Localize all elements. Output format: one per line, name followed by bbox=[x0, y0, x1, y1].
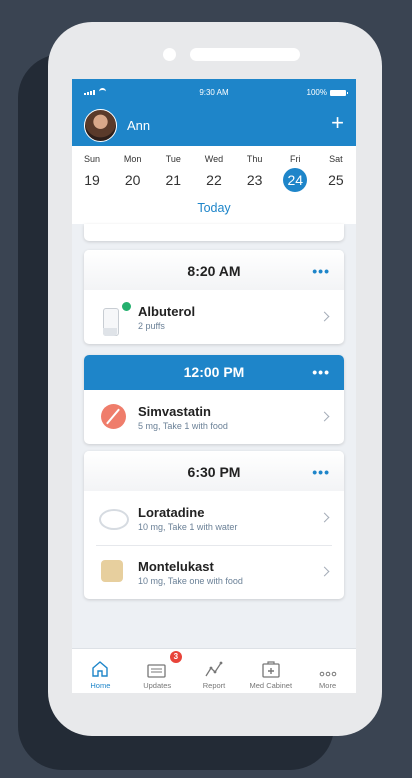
day-name: Wed bbox=[204, 154, 224, 164]
medication-detail: 5 mg, Take 1 with food bbox=[138, 421, 228, 431]
tab-updates[interactable]: Updates 3 bbox=[129, 649, 186, 693]
tab-label: Home bbox=[90, 681, 111, 690]
tab-home[interactable]: Home bbox=[72, 649, 129, 693]
phone-camera bbox=[163, 48, 176, 61]
medication-detail: 2 puffs bbox=[138, 321, 165, 331]
check-icon bbox=[121, 301, 132, 312]
tab-label: Report bbox=[202, 681, 226, 690]
more-options-icon[interactable]: ••• bbox=[312, 355, 330, 390]
tab-med-cabinet[interactable]: Med Cabinet bbox=[242, 649, 299, 693]
calendar-day-mon[interactable]: Mon 20 bbox=[121, 154, 145, 192]
schedule-card: 12:00 PM ••• Simvastatin 5 mg, Take 1 with … bbox=[84, 355, 344, 444]
avatar[interactable] bbox=[84, 109, 117, 142]
white-pill-icon bbox=[99, 506, 129, 530]
more-options-icon[interactable]: ••• bbox=[312, 451, 330, 493]
calendar-day-sat[interactable]: Sat 25 bbox=[324, 154, 348, 192]
day-number: 24 bbox=[283, 168, 308, 192]
day-name: Thu bbox=[246, 154, 263, 164]
user-name[interactable]: Ann bbox=[127, 118, 150, 133]
tan-pill-icon bbox=[99, 560, 123, 582]
time-header: 8:20 AM ••• bbox=[84, 250, 344, 290]
app-header: 9:30 AM 100% Ann + bbox=[72, 79, 356, 146]
chevron-right-icon bbox=[319, 566, 330, 577]
inhaler-icon bbox=[103, 308, 119, 336]
day-name: Tue bbox=[165, 154, 181, 164]
medication-name: Simvastatin bbox=[138, 404, 211, 419]
medication-name: Albuterol bbox=[138, 304, 196, 319]
schedule-card: 8:20 AM ••• Albuterol 2 puffs bbox=[84, 250, 344, 344]
battery-percent: 100% bbox=[306, 88, 327, 97]
app-screen: 9:30 AM 100% Ann + Sun 19 Mon 20 Tue 21 Wed 22 T… bbox=[72, 79, 356, 693]
dose-time: 8:20 AM bbox=[187, 263, 241, 279]
week-calendar: Sun 19 Mon 20 Tue 21 Wed 22 Thu 23 Fri 24 Sat 25 Toda… bbox=[72, 146, 356, 224]
chevron-right-icon bbox=[319, 411, 330, 422]
day-number: 21 bbox=[165, 172, 182, 188]
day-number: 25 bbox=[328, 172, 344, 188]
medication-name: Montelukast bbox=[138, 559, 214, 574]
today-button[interactable]: Today bbox=[72, 201, 356, 215]
red-pill-icon bbox=[99, 404, 126, 430]
calendar-day-thu[interactable]: Thu 23 bbox=[243, 154, 267, 192]
more-options-icon[interactable]: ••• bbox=[312, 250, 330, 292]
day-number: 20 bbox=[124, 172, 141, 188]
day-name: Mon bbox=[123, 154, 142, 164]
time-header: 6:30 PM ••• bbox=[84, 451, 344, 491]
tab-more[interactable]: More bbox=[299, 649, 356, 693]
day-number: 22 bbox=[206, 172, 222, 188]
home-icon bbox=[72, 654, 129, 678]
previous-card-edge bbox=[84, 224, 344, 241]
status-bar: 9:30 AM 100% bbox=[72, 79, 356, 106]
day-name: Sun bbox=[83, 154, 100, 164]
calendar-day-sun[interactable]: Sun 19 bbox=[80, 154, 104, 192]
medication-detail: 10 mg, Take one with food bbox=[138, 576, 243, 586]
tab-label: Med Cabinet bbox=[249, 681, 293, 690]
medication-item[interactable]: Montelukast 10 mg, Take one with food bbox=[84, 545, 344, 599]
battery-status: 100% bbox=[306, 88, 348, 97]
plus-icon: + bbox=[331, 110, 344, 135]
chevron-right-icon bbox=[319, 311, 330, 322]
notification-badge: 3 bbox=[169, 651, 182, 663]
add-button[interactable]: + bbox=[331, 111, 344, 135]
medication-detail: 10 mg, Take 1 with water bbox=[138, 522, 238, 532]
calendar-day-tue[interactable]: Tue 21 bbox=[161, 154, 185, 192]
day-number: 23 bbox=[246, 172, 263, 188]
more-icon bbox=[299, 654, 356, 678]
medication-name: Loratadine bbox=[138, 505, 205, 520]
med-cabinet-icon bbox=[242, 654, 299, 678]
profile-row: Ann + bbox=[72, 106, 356, 146]
medication-item[interactable]: Albuterol 2 puffs bbox=[84, 290, 344, 344]
medication-item[interactable]: Simvastatin 5 mg, Take 1 with food bbox=[84, 390, 344, 444]
calendar-day-fri[interactable]: Fri 24 bbox=[283, 154, 308, 192]
battery-icon bbox=[330, 89, 348, 96]
medication-item[interactable]: Loratadine 10 mg, Take 1 with water bbox=[84, 491, 344, 545]
tab-report[interactable]: Report bbox=[186, 649, 243, 693]
chevron-right-icon bbox=[319, 512, 330, 523]
tab-label: Updates bbox=[143, 681, 172, 690]
dose-time: 12:00 PM bbox=[183, 364, 245, 380]
day-number: 19 bbox=[84, 172, 100, 188]
dose-time: 6:30 PM bbox=[187, 464, 241, 480]
day-name: Fri bbox=[290, 154, 301, 164]
calendar-day-wed[interactable]: Wed 22 bbox=[202, 154, 226, 192]
time-header: 12:00 PM ••• bbox=[84, 355, 344, 390]
day-name: Sat bbox=[329, 154, 343, 164]
phone-speaker bbox=[190, 48, 300, 61]
schedule-card: 6:30 PM ••• Loratadine 10 mg, Take 1 with w… bbox=[84, 451, 344, 599]
tab-label: More bbox=[319, 681, 337, 690]
tab-bar: Home Updates 3 Report Med Cabinet More bbox=[72, 648, 356, 693]
report-icon bbox=[186, 654, 243, 678]
